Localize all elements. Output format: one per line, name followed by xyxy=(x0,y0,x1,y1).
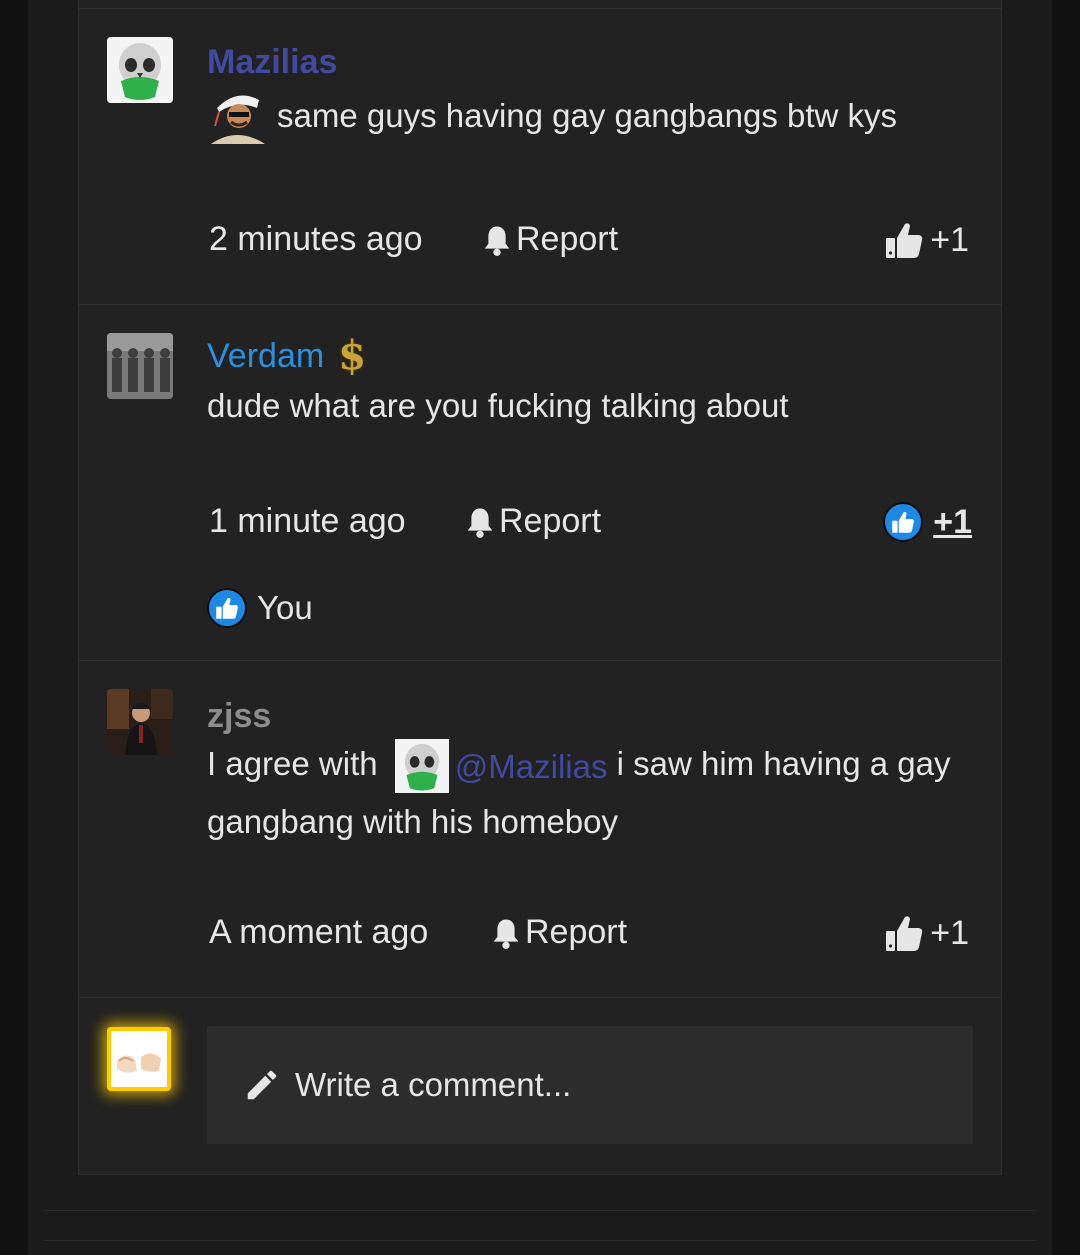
like-button[interactable]: +1 xyxy=(884,220,969,260)
composer-placeholder: Write a comment... xyxy=(295,1066,572,1103)
divider xyxy=(79,997,1001,998)
emoji-sticker-image xyxy=(207,86,267,144)
report-button[interactable]: Report xyxy=(491,913,627,952)
comment-composer-input[interactable]: Write a comment... xyxy=(207,1026,973,1144)
dollar-sign-icon: $ xyxy=(338,332,367,379)
report-button[interactable]: Report xyxy=(482,220,618,259)
bell-icon xyxy=(484,225,510,256)
comment-text-before: I agree with xyxy=(207,745,378,782)
comment-timestamp[interactable]: 1 minute ago xyxy=(209,502,406,541)
comment-username[interactable]: Mazilias xyxy=(207,42,971,82)
like-button[interactable]: +1 xyxy=(884,913,969,953)
report-label: Report xyxy=(525,913,628,951)
comment-username[interactable]: zjss xyxy=(207,696,971,736)
comment-item: zjss I agree with @Mazilias i saw him ha… xyxy=(79,661,1001,997)
comment-timestamp[interactable]: A moment ago xyxy=(209,913,428,952)
avatar-man-in-suit[interactable] xyxy=(107,689,173,755)
like-count: +1 xyxy=(933,502,972,541)
mention-link[interactable]: @Mazilias xyxy=(387,739,608,794)
report-label: Report xyxy=(499,502,602,540)
divider xyxy=(44,1240,1036,1241)
thumbs-up-liked-icon xyxy=(207,588,247,628)
avatar-skull[interactable] xyxy=(107,37,173,103)
thumbs-up-icon xyxy=(886,223,923,258)
comment-text: dude what are you fucking talking about xyxy=(207,387,789,424)
current-user-avatar[interactable] xyxy=(107,1027,171,1091)
pencil-icon xyxy=(247,1070,277,1100)
like-count: +1 xyxy=(930,913,969,952)
liker-name: You xyxy=(257,589,313,626)
thumbs-up-liked-icon xyxy=(883,502,924,542)
divider xyxy=(44,1210,1036,1211)
comment-item: Verdam $ dude what are you fucking talki… xyxy=(79,305,1001,660)
likers-list[interactable]: You xyxy=(207,588,313,628)
like-button[interactable]: +1 xyxy=(883,502,972,542)
like-count: +1 xyxy=(930,220,969,259)
avatar-soldiers[interactable] xyxy=(107,333,173,399)
bell-icon xyxy=(493,918,519,949)
mention-username: @Mazilias xyxy=(454,747,608,785)
comment-timestamp[interactable]: 2 minutes ago xyxy=(209,220,423,259)
mention-avatar xyxy=(394,739,449,794)
page-background: Mazilias same guys having gay gangbangs … xyxy=(28,0,1052,1255)
report-label: Report xyxy=(516,220,619,258)
comment-text: same guys having gay gangbangs btw kys xyxy=(277,96,898,134)
comment-item: Mazilias same guys having gay gangbangs … xyxy=(79,0,1001,304)
comments-card: Mazilias same guys having gay gangbangs … xyxy=(78,0,1002,1175)
bell-icon xyxy=(467,507,493,538)
thumbs-up-icon xyxy=(886,916,923,951)
report-button[interactable]: Report xyxy=(465,502,601,541)
comment-username[interactable]: Verdam xyxy=(207,336,324,376)
